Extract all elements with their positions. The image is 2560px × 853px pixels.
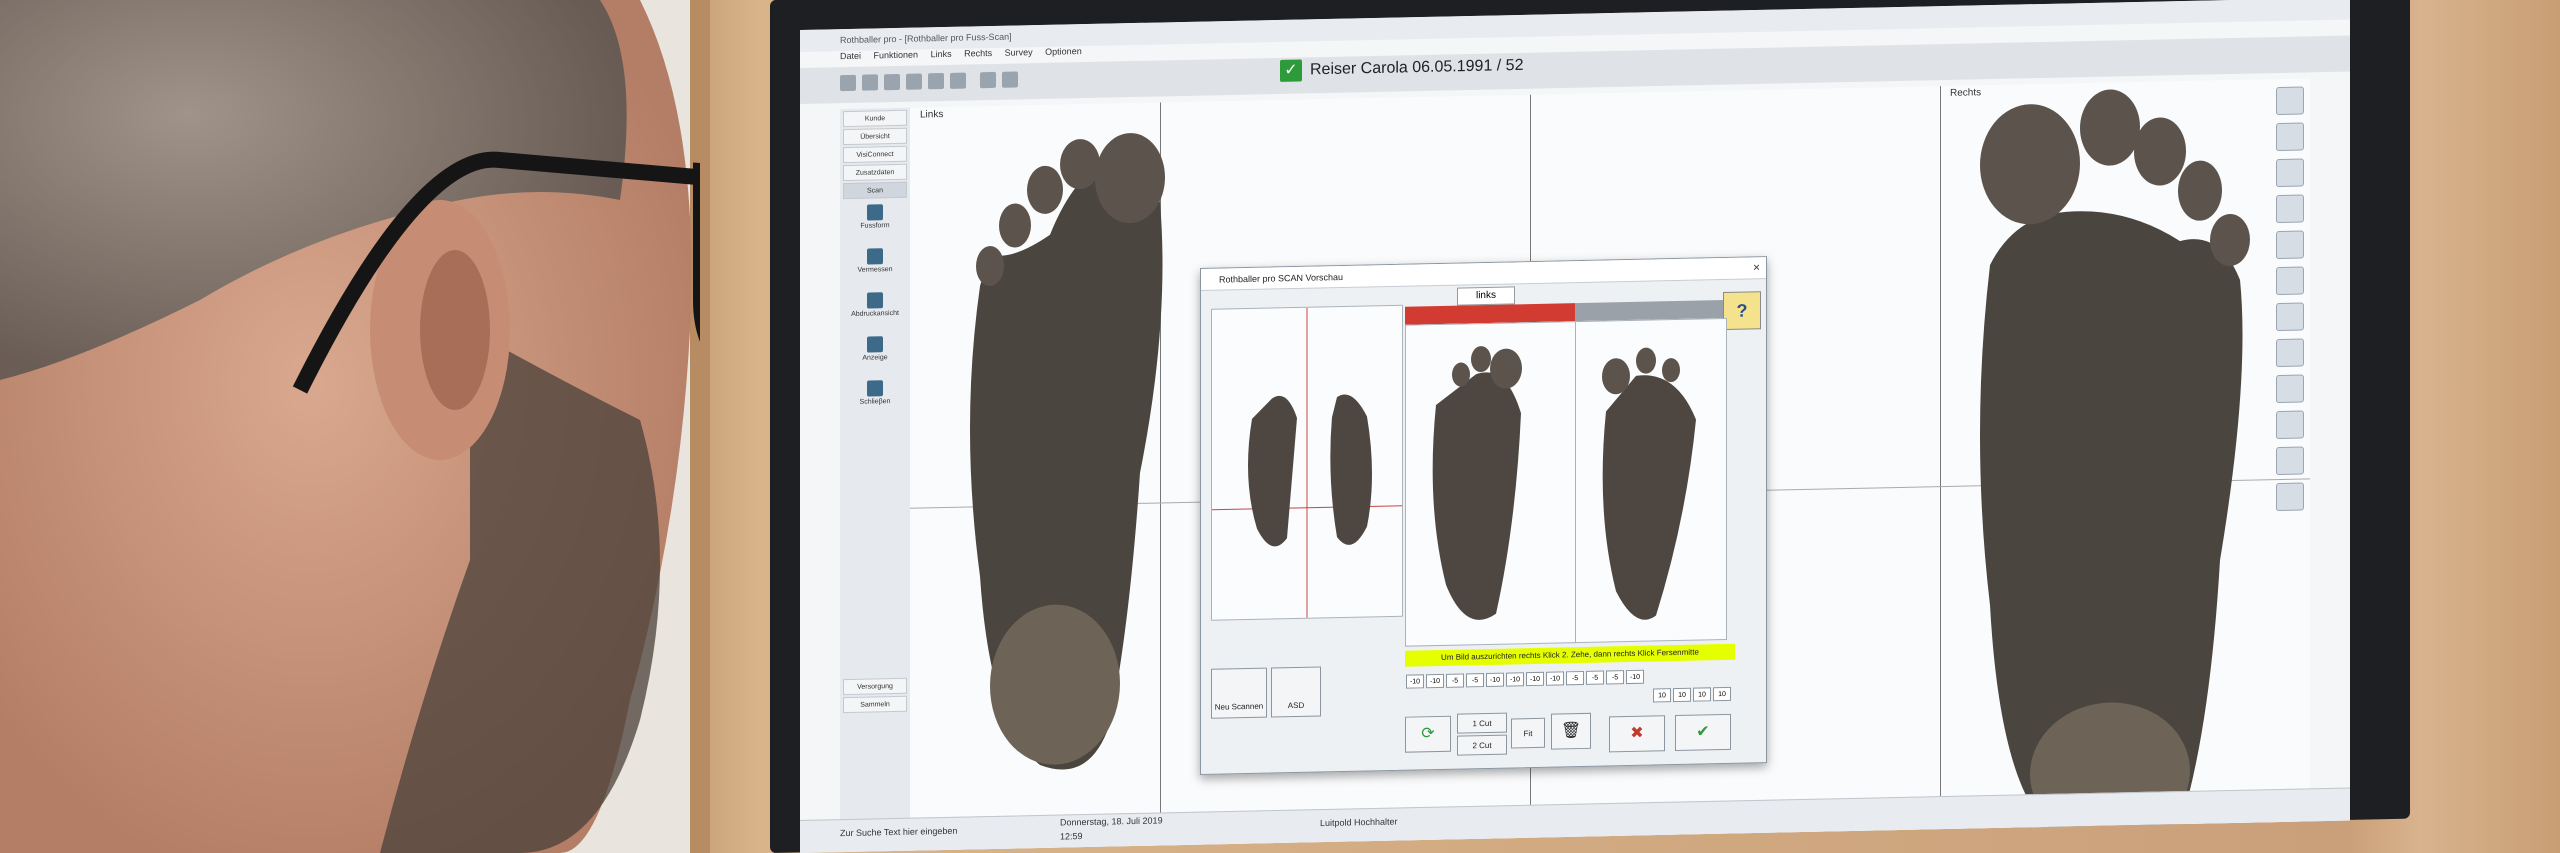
rescan-button[interactable]: Neu Scannen (1211, 667, 1267, 719)
check-icon[interactable]: ✓ (1280, 59, 1302, 82)
menu-datei[interactable]: Datei (840, 51, 861, 61)
trash-icon[interactable]: 🗑 (1551, 712, 1591, 750)
adjust-button[interactable]: -10 (1626, 669, 1644, 685)
sidebar-item-fussform[interactable]: Fussform (843, 204, 907, 243)
patient-label: Reiser Carola 06.05.1991 / 52 (1310, 56, 1524, 79)
adjust-button[interactable]: -10 (1406, 674, 1424, 689)
right-foot-preview[interactable] (1575, 317, 1727, 644)
measure-icon (867, 248, 883, 265)
cancel-icon[interactable]: ✖ (1609, 715, 1665, 753)
close-icon[interactable]: × (1753, 260, 1760, 274)
sidebar-item-vermessen[interactable]: Vermessen (843, 248, 907, 287)
sidebar-versorgung[interactable]: Versorgung (843, 677, 907, 696)
one-cut-button[interactable]: 1 Cut (1457, 712, 1507, 734)
sidebar-kunde[interactable]: Kunde (843, 109, 907, 128)
tool-help-icon[interactable] (950, 72, 966, 89)
taskbar-search[interactable]: Zur Suche Text hier eingeben (840, 826, 957, 838)
scan-preview-dialog: Rothballer pro SCAN Vorschau × links ? U… (1200, 256, 1767, 775)
sidebar: Kunde Übersicht VisiConnect Zusatzdaten … (840, 107, 911, 850)
refresh-icon[interactable]: ⟳ (1405, 715, 1451, 753)
grid-line (1940, 86, 1941, 832)
sidebar-scan[interactable]: Scan (843, 181, 907, 200)
display-icon (867, 336, 883, 353)
menu-optionen[interactable]: Optionen (1045, 46, 1082, 57)
two-cut-button[interactable]: 2 Cut (1457, 734, 1507, 756)
sidebar-sammeln[interactable]: Sammeln (843, 695, 907, 714)
taskbar-user: Luitpold Hochhalter (1320, 816, 1398, 829)
right-toolbar (2270, 78, 2310, 824)
left-foot-scan (970, 133, 1165, 770)
tab-links[interactable]: links (1457, 286, 1515, 306)
tool-11-icon[interactable] (2276, 446, 2304, 476)
print-view-icon (867, 292, 883, 309)
adjust-button[interactable]: -10 (1506, 672, 1524, 687)
menu-survey[interactable]: Survey (1005, 47, 1033, 58)
adjust-button[interactable]: -10 (1526, 671, 1544, 687)
menu-funktionen[interactable]: Funktionen (874, 50, 919, 61)
tool-scan-icon[interactable] (840, 74, 856, 92)
tool-1-icon[interactable] (2276, 86, 2304, 116)
adjust-button[interactable]: -10 (1486, 672, 1504, 688)
right-foot-preview-image (1602, 347, 1696, 620)
adjust-button[interactable]: -5 (1606, 670, 1624, 685)
tool-7-icon[interactable] (2276, 302, 2304, 332)
help-icon[interactable]: ? (1723, 291, 1761, 331)
tool-9-icon[interactable] (2276, 374, 2304, 404)
asd-button[interactable]: ASD (1271, 666, 1321, 718)
tool-8-icon[interactable] (2276, 338, 2304, 368)
fit-button[interactable]: Fit (1511, 717, 1545, 749)
tool-12-icon[interactable] (2276, 482, 2304, 512)
tool-print-icon[interactable] (928, 72, 944, 90)
tool-4-icon[interactable] (2276, 194, 2304, 224)
sidebar-uebersicht[interactable]: Übersicht (843, 127, 907, 146)
adjust-button[interactable]: 10 (1673, 687, 1691, 703)
adjust-button[interactable]: -5 (1446, 673, 1464, 688)
tool-zoom-icon[interactable] (980, 71, 996, 89)
adjust-button[interactable]: -10 (1546, 671, 1564, 686)
foot-form-icon (867, 204, 883, 221)
close-view-icon (867, 380, 883, 397)
sidebar-item-anzeige[interactable]: Anzeige (843, 336, 907, 375)
sidebar-visiconnect[interactable]: VisiConnect (843, 145, 907, 164)
left-foot-preview-image (1432, 346, 1522, 620)
right-foot-scan (1980, 89, 2250, 831)
small-preview-pane (1211, 304, 1403, 621)
small-feet-preview (1212, 307, 1402, 618)
taskbar-time: 12:59 (1060, 831, 1083, 842)
adjust-button[interactable]: -5 (1586, 670, 1604, 685)
tool-redo-icon[interactable] (884, 73, 900, 91)
taskbar-date: Donnerstag, 18. Juli 2019 (1060, 815, 1163, 828)
adjust-button[interactable]: -5 (1566, 670, 1584, 686)
tool-undo-icon[interactable] (862, 74, 878, 91)
menu-rechts[interactable]: Rechts (964, 48, 992, 59)
confirm-icon[interactable]: ✔ (1675, 713, 1731, 752)
tool-3-icon[interactable] (2276, 158, 2304, 188)
left-foot-preview[interactable] (1405, 321, 1577, 647)
tool-10-icon[interactable] (2276, 410, 2304, 440)
adjust-button[interactable]: 10 (1693, 687, 1711, 702)
person-foreground (0, 0, 700, 853)
adjust-button[interactable]: 10 (1653, 688, 1671, 703)
sidebar-item-schliessen[interactable]: Schlieβen (843, 380, 907, 419)
adjust-button[interactable]: 10 (1713, 686, 1731, 702)
adjust-button[interactable]: -10 (1426, 673, 1444, 689)
tool-2-icon[interactable] (2276, 122, 2304, 152)
tool-5-icon[interactable] (2276, 230, 2304, 260)
instruction-bar: Um Bild auszurichten rechts Klick 2. Zeh… (1405, 643, 1735, 667)
tool-settings-icon[interactable] (1002, 71, 1018, 88)
adjust-buttons: -10 -10 -5 -5 -10 -10 -10 -10 -5 -5 -5 -10 10 10 10 10 (1405, 664, 1735, 711)
sidebar-zusatzdaten[interactable]: Zusatzdaten (843, 163, 907, 182)
tool-save-icon[interactable] (906, 73, 922, 90)
tool-6-icon[interactable] (2276, 266, 2304, 296)
sidebar-item-abdruckansicht[interactable]: Abdruckansicht (843, 292, 907, 331)
left-foot-label: Links (920, 108, 944, 121)
adjust-button[interactable]: -5 (1466, 673, 1484, 688)
menu-links[interactable]: Links (931, 49, 952, 59)
